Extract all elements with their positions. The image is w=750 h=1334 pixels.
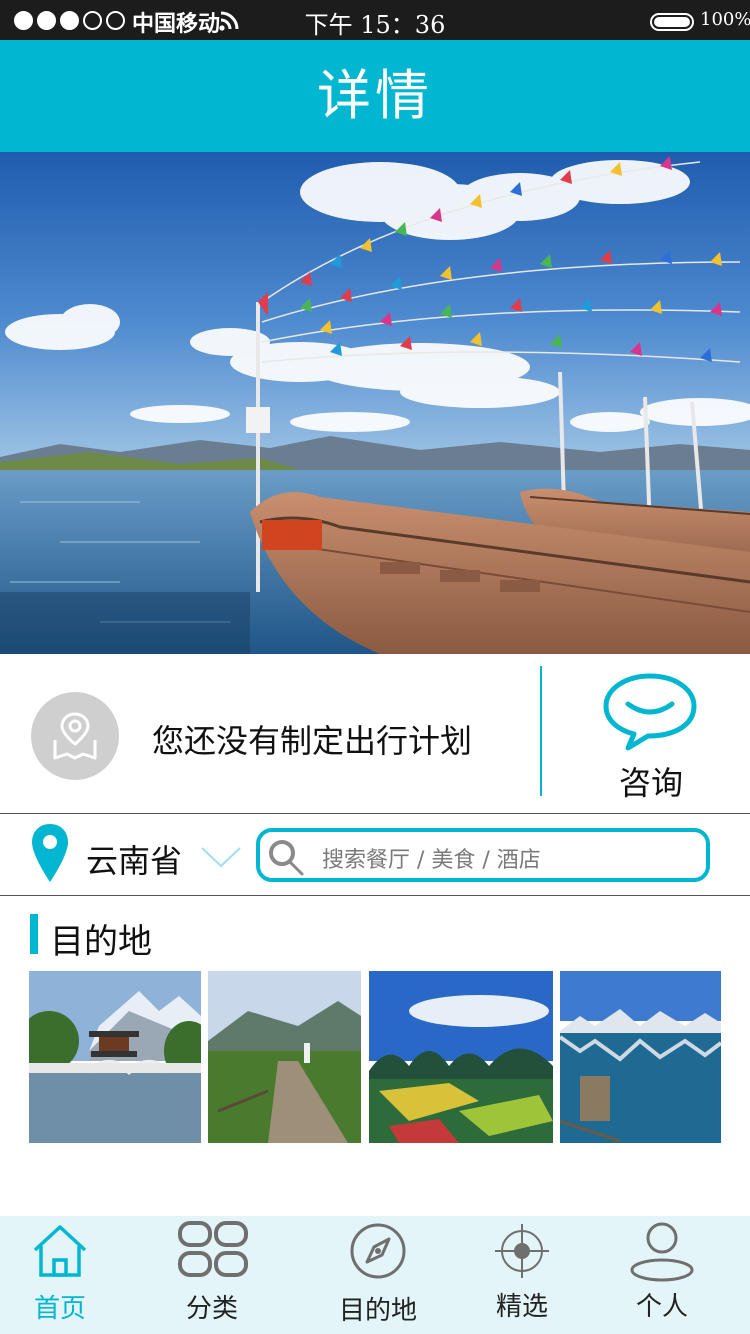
travel-plan-row: 您还没有制定出行计划 咨询 [0,654,750,814]
battery-percent: 100% [700,9,750,30]
nav-label-home: 首页 [33,1294,86,1324]
nav-item-category[interactable]: 分类 [162,1216,262,1334]
nav-label-profile: 个人 [635,1292,688,1322]
thumbnail-karst-fields[interactable] [369,971,553,1143]
grid-icon [178,1221,248,1277]
user-icon [630,1222,694,1282]
search-icon [269,840,304,876]
page-header: 详情 [0,40,750,152]
search-placeholder: 搜索餐厅 / 美食 / 酒店 [322,848,541,873]
location-search-row: 云南省 搜索餐厅 / 美食 / 酒店 [0,814,750,896]
location-pin-icon [32,824,68,882]
thumbnail-mountain-path[interactable] [208,971,361,1143]
section-accent-bar [30,914,38,954]
battery-icon [650,13,694,31]
nav-item-destination[interactable]: 目的地 [328,1216,428,1334]
nav-label-destination: 目的地 [338,1296,417,1326]
chevron-down-icon [201,847,241,868]
status-bar: 中国移动 下午 15：36 100% [0,0,750,40]
page-title: 详情 [317,64,433,127]
no-plan-message: 您还没有制定出行计划 [152,722,473,760]
nav-item-featured[interactable]: 精选 [472,1216,572,1334]
search-input[interactable]: 搜索餐厅 / 美食 / 酒店 [256,828,710,882]
vertical-divider [540,666,542,796]
home-icon [33,1225,87,1277]
consult-label: 咨询 [618,764,683,802]
consult-button[interactable]: 咨询 [596,672,706,802]
nav-item-home[interactable]: 首页 [10,1216,110,1334]
hero-banner[interactable]: 云南-洱海 [0,152,750,654]
crosshair-icon [495,1224,549,1278]
hero-lake-image [0,152,750,654]
map-location-icon[interactable] [31,692,119,780]
nav-item-profile[interactable]: 个人 [612,1216,712,1334]
bottom-nav: 首页 分类 目的地 精选 个人 [0,1216,750,1334]
destinations-title: 目的地 [50,922,152,962]
thumbnail-mountain-lake[interactable] [560,971,721,1143]
compass-icon [350,1223,406,1279]
province-label: 云南省 [86,842,183,880]
thumbnail-pagoda-bridge[interactable] [29,971,201,1143]
status-time: 下午 15：36 [304,11,446,39]
nav-label-featured: 精选 [495,1292,548,1322]
chat-bubble-icon [603,673,697,751]
nav-label-category: 分类 [185,1294,238,1324]
